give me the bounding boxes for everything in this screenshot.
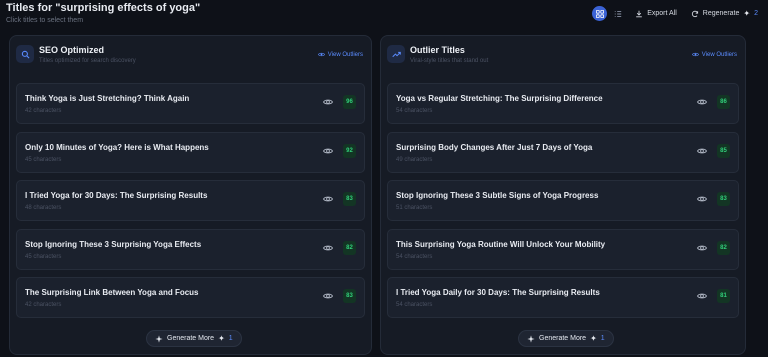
generate-more-label: Generate More — [539, 335, 587, 342]
card-title: Only 10 Minutes of Yoga? Here is What Ha… — [25, 142, 209, 152]
grid-icon — [595, 9, 604, 18]
eye-icon[interactable] — [697, 291, 707, 301]
score-badge: 96 — [343, 95, 356, 109]
sparkle-icon: ✦ — [590, 334, 597, 343]
title-card[interactable]: Think Yoga is Just Stretching? Think Aga… — [16, 83, 365, 124]
character-count: 54 characters — [396, 302, 433, 308]
list-view-button[interactable] — [610, 6, 625, 21]
card-title: Stop Ignoring These 3 Surprising Yoga Ef… — [25, 239, 202, 249]
character-count: 45 characters — [25, 253, 62, 260]
title-card[interactable]: Stop Ignoring These 3 Surprising Yoga Ef… — [16, 228, 365, 270]
title-card[interactable]: Yoga vs Regular Stretching: The Surprisi… — [387, 83, 739, 124]
eye-icon[interactable] — [323, 146, 333, 156]
card-title: Think Yoga is Just Stretching? Think Aga… — [25, 94, 190, 103]
export-all-button[interactable]: Export All — [631, 7, 681, 21]
character-count: 49 characters — [396, 156, 433, 163]
character-count: 45 characters — [25, 156, 62, 163]
view-outliers-label: View Outliers — [701, 51, 737, 58]
score-badge: 85 — [717, 143, 730, 158]
panel-subtitle: Titles optimized for search discovery — [39, 58, 136, 64]
character-count: 54 characters — [396, 253, 433, 260]
generate-count: 1 — [600, 335, 605, 342]
sparkle-icon — [527, 334, 535, 343]
generate-more-label: Generate More — [167, 335, 215, 342]
regenerate-label: Regenerate — [702, 10, 740, 17]
card-title: Stop Ignoring These 3 Subtle Signs of Yo… — [396, 191, 599, 200]
search-icon — [16, 45, 34, 63]
view-outliers-link[interactable]: View Outliers — [691, 51, 737, 58]
grid-view-button[interactable] — [592, 6, 608, 21]
card-title: I Tried Yoga for 30 Days: The Surprising… — [25, 191, 208, 200]
character-count: 42 characters — [25, 108, 62, 114]
eye-icon[interactable] — [323, 194, 333, 204]
card-title: The Surprising Link Between Yoga and Foc… — [25, 288, 199, 297]
generate-more-button[interactable]: Generate More ✦ 1 — [146, 330, 242, 347]
eye-icon — [317, 52, 325, 57]
eye-icon[interactable] — [323, 291, 333, 301]
list-icon — [614, 10, 621, 17]
trending-icon — [387, 45, 405, 63]
view-outliers-link[interactable]: View Outliers — [317, 51, 363, 58]
character-count: 42 characters — [25, 302, 62, 308]
panel-title: Outlier Titles — [410, 45, 465, 55]
panel-header: SEO Optimized Titles optimized for searc… — [16, 42, 363, 68]
card-title: This Surprising Yoga Routine Will Unlock… — [396, 239, 606, 249]
title-card[interactable]: Stop Ignoring These 3 Subtle Signs of Yo… — [387, 180, 739, 221]
title-list: Yoga vs Regular Stretching: The Surprisi… — [387, 83, 739, 326]
title-list: Think Yoga is Just Stretching? Think Aga… — [16, 83, 365, 326]
title-card[interactable]: I Tried Yoga Daily for 30 Days: The Surp… — [387, 277, 739, 318]
score-badge: 92 — [343, 143, 356, 158]
refresh-icon — [691, 10, 698, 17]
title-card[interactable]: This Surprising Yoga Routine Will Unlock… — [387, 228, 739, 270]
score-badge: 83 — [343, 192, 356, 206]
character-count: 48 characters — [25, 205, 62, 211]
view-toggle — [592, 6, 625, 21]
seo-optimized-panel: SEO Optimized Titles optimized for searc… — [9, 35, 372, 355]
generate-count: 1 — [228, 335, 233, 342]
card-title: I Tried Yoga Daily for 30 Days: The Surp… — [396, 288, 600, 297]
score-badge: 81 — [717, 289, 730, 303]
score-badge: 82 — [343, 240, 356, 255]
regenerate-button[interactable]: Regenerate ✦ 2 — [687, 6, 762, 21]
panel-header: Outlier Titles Viral-style titles that s… — [387, 42, 737, 68]
outlier-titles-panel: Outlier Titles Viral-style titles that s… — [380, 35, 746, 355]
sparkle-icon: ✦ — [218, 334, 225, 343]
eye-icon[interactable] — [323, 243, 333, 253]
eye-icon[interactable] — [697, 97, 707, 107]
export-all-label: Export All — [647, 10, 677, 17]
score-badge: 86 — [717, 95, 730, 109]
panel-title: SEO Optimized — [39, 45, 105, 55]
card-title: Surprising Body Changes After Just 7 Day… — [396, 142, 593, 152]
title-card[interactable]: Only 10 Minutes of Yoga? Here is What Ha… — [16, 131, 365, 173]
eye-icon[interactable] — [697, 243, 707, 253]
score-badge: 83 — [717, 192, 730, 206]
page-header: Titles for "surprising effects of yoga" … — [6, 2, 762, 32]
sparkle-icon: ✦ — [743, 9, 751, 18]
character-count: 51 characters — [396, 205, 433, 211]
score-badge: 83 — [343, 289, 356, 303]
score-badge: 82 — [717, 240, 730, 255]
eye-icon — [691, 52, 699, 57]
toolbar: Export All Regenerate ✦ 2 — [592, 6, 762, 21]
regenerate-count: 2 — [754, 10, 758, 17]
title-card[interactable]: Surprising Body Changes After Just 7 Day… — [387, 131, 739, 173]
eye-icon[interactable] — [697, 194, 707, 204]
character-count: 54 characters — [396, 108, 433, 114]
download-icon — [636, 10, 643, 17]
eye-icon[interactable] — [697, 146, 707, 156]
view-outliers-label: View Outliers — [327, 51, 363, 58]
panel-subtitle: Viral-style titles that stand out — [410, 58, 489, 64]
sparkle-icon — [155, 334, 163, 343]
eye-icon[interactable] — [323, 97, 333, 107]
card-title: Yoga vs Regular Stretching: The Surprisi… — [396, 94, 603, 103]
title-card[interactable]: I Tried Yoga for 30 Days: The Surprising… — [16, 180, 365, 221]
title-card[interactable]: The Surprising Link Between Yoga and Foc… — [16, 277, 365, 318]
generate-more-button[interactable]: Generate More ✦ 1 — [518, 330, 614, 347]
